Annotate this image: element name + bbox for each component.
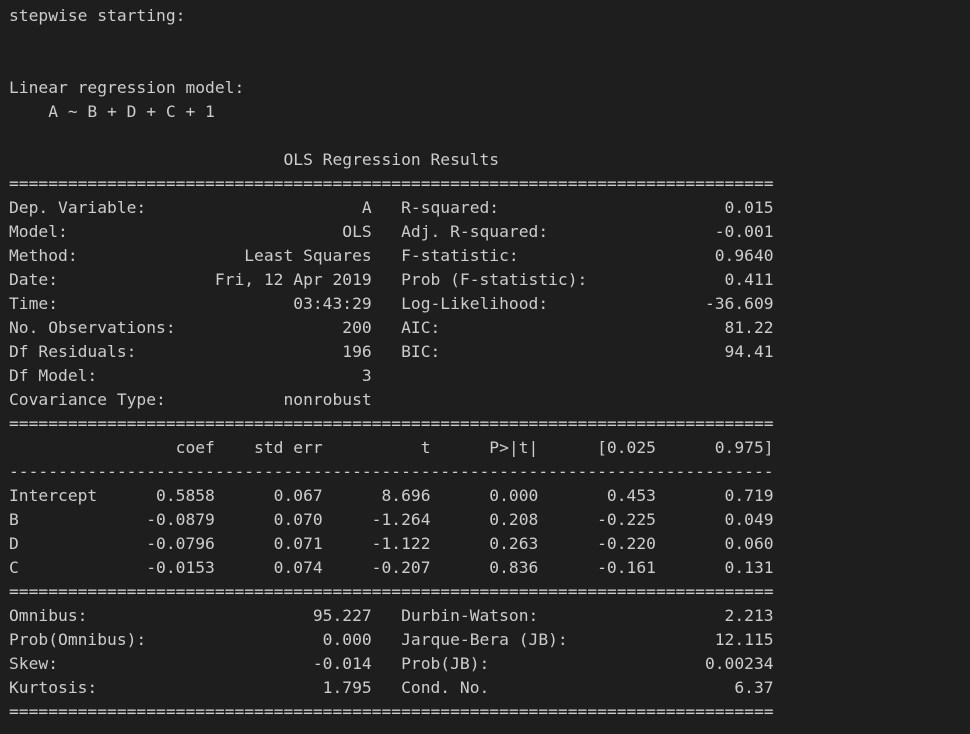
console-line: Kurtosis: 1.795 Cond. No. 6.37 [9, 678, 774, 697]
console-output[interactable]: stepwise starting: Linear regression mod… [0, 0, 970, 734]
console-line: Skew: -0.014 Prob(JB): 0.00234 [9, 654, 774, 673]
console-line: Time: 03:43:29 Log-Likelihood: -36.609 [9, 294, 774, 313]
console-line: stepwise starting: [9, 6, 186, 25]
console-line: B -0.0879 0.070 -1.264 0.208 -0.225 0.04… [9, 510, 774, 529]
console-line: Linear regression model: [9, 78, 245, 97]
console-line: ========================================… [9, 414, 774, 433]
console-line: No. Observations: 200 AIC: 81.22 [9, 318, 774, 337]
console-line: Dep. Variable: A R-squared: 0.015 [9, 198, 774, 217]
console-line: ========================================… [9, 702, 774, 721]
console-line: D -0.0796 0.071 -1.122 0.263 -0.220 0.06… [9, 534, 774, 553]
console-line: ========================================… [9, 174, 774, 193]
console-line: Date: Fri, 12 Apr 2019 Prob (F-statistic… [9, 270, 774, 289]
console-line: coef std err t P>|t| [0.025 0.975] [9, 438, 774, 457]
console-line: Df Residuals: 196 BIC: 94.41 [9, 342, 774, 361]
console-line: Prob(Omnibus): 0.000 Jarque-Bera (JB): 1… [9, 630, 774, 649]
console-line: Covariance Type: nonrobust [9, 390, 774, 409]
console-line: Model: OLS Adj. R-squared: -0.001 [9, 222, 774, 241]
console-line: OLS Regression Results [9, 150, 774, 169]
console-line: Omnibus: 95.227 Durbin-Watson: 2.213 [9, 606, 774, 625]
console-line: ----------------------------------------… [9, 462, 774, 481]
console-line: ========================================… [9, 582, 774, 601]
console-line: C -0.0153 0.074 -0.207 0.836 -0.161 0.13… [9, 558, 774, 577]
console-line: Method: Least Squares F-statistic: 0.964… [9, 246, 774, 265]
console-line: Intercept 0.5858 0.067 8.696 0.000 0.453… [9, 486, 774, 505]
console-line: A ~ B + D + C + 1 [9, 102, 215, 121]
console-line: Df Model: 3 [9, 366, 774, 385]
